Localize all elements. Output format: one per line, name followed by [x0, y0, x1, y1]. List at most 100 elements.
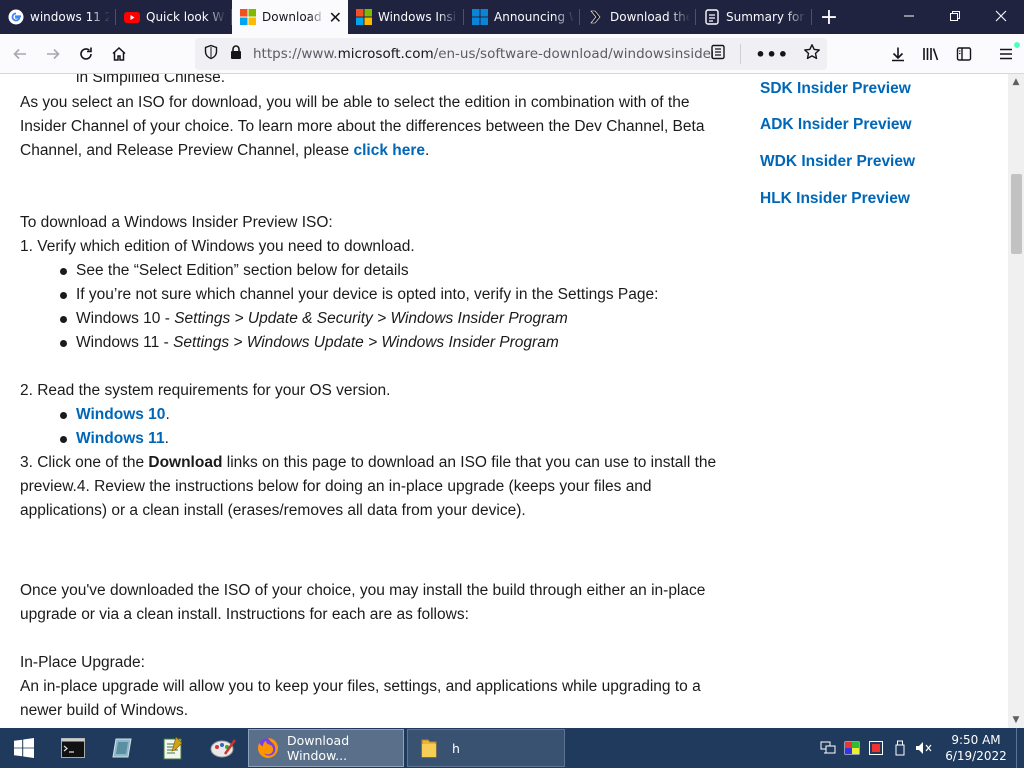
- minimize-button[interactable]: [886, 0, 932, 32]
- steps-intro: To download a Windows Insider Preview IS…: [20, 214, 333, 231]
- system-clock[interactable]: 9:50 AM 6/19/2022: [936, 732, 1016, 764]
- text-span: .: [425, 142, 430, 159]
- text-span: .: [165, 406, 170, 423]
- scroll-up-icon[interactable]: ▲: [1008, 74, 1024, 90]
- click-here-link[interactable]: click here: [353, 142, 425, 159]
- vertical-scrollbar[interactable]: ▲ ▼: [1008, 74, 1024, 728]
- windows-11-link[interactable]: Windows 11: [76, 430, 165, 447]
- microsoft-icon: [356, 9, 372, 25]
- reader-view-icon[interactable]: [710, 44, 726, 64]
- sidebar-button[interactable]: [948, 38, 980, 70]
- paragraph-line: preview.4. Review the instructions below…: [20, 478, 652, 495]
- volume-muted-icon[interactable]: [912, 728, 936, 768]
- tab-title: Quick look Wi: [146, 10, 226, 24]
- library-button[interactable]: [915, 38, 947, 70]
- tab-title: Summary for: [726, 10, 805, 24]
- text-span: Windows 10 -: [76, 310, 175, 327]
- tab-announcing[interactable]: Announcing W: [464, 0, 580, 34]
- close-icon: [995, 10, 1007, 22]
- taskbar-app-tablet[interactable]: [98, 728, 148, 768]
- folder-icon: [420, 737, 438, 759]
- clock-time: 9:50 AM: [951, 733, 1001, 747]
- color-app-icon[interactable]: [840, 728, 864, 768]
- taskbar-paint[interactable]: [198, 728, 248, 768]
- scrollbar-thumb[interactable]: [1011, 174, 1022, 254]
- hlk-insider-preview-link[interactable]: HLK Insider Preview: [760, 190, 910, 208]
- restore-icon: [950, 11, 960, 21]
- forward-button[interactable]: [37, 38, 69, 70]
- hamburger-menu-icon: [1000, 48, 1012, 60]
- tab-download-the[interactable]: Download the: [580, 0, 696, 34]
- lock-icon[interactable]: [229, 44, 243, 64]
- window-controls: [886, 0, 1024, 32]
- paragraph-line: applications) or a clean install (erases…: [20, 502, 526, 519]
- tab-summary[interactable]: Summary for: [696, 0, 812, 34]
- tab-google[interactable]: windows 11 2: [0, 0, 116, 34]
- step-3: 3. Click one of the Download links on th…: [20, 451, 716, 475]
- page-actions-icon[interactable]: •••: [755, 45, 789, 64]
- document-icon: [704, 9, 720, 25]
- menu-button[interactable]: [990, 38, 1022, 70]
- list-item: See the “Select Edition” section below f…: [60, 259, 409, 283]
- network-icon[interactable]: [816, 728, 840, 768]
- paragraph-line: As you select an ISO for download, you w…: [20, 94, 690, 111]
- tab-title: Windows Insi: [378, 10, 457, 24]
- close-window-button[interactable]: [978, 0, 1024, 32]
- back-arrow-icon: [13, 48, 26, 59]
- tab-youtube[interactable]: Quick look Wi: [116, 0, 232, 34]
- bookmark-star-icon[interactable]: [803, 43, 821, 65]
- plus-icon: +: [819, 4, 839, 30]
- back-button[interactable]: [4, 38, 36, 70]
- list-item: Windows 10.: [60, 403, 170, 427]
- downloads-button[interactable]: [882, 38, 914, 70]
- tab-title: Download the: [610, 10, 690, 24]
- paragraph-line: Insider Channel of your choice. To learn…: [20, 118, 705, 135]
- taskbar-cmd[interactable]: [48, 728, 98, 768]
- taskbar-notepad[interactable]: [148, 728, 198, 768]
- paragraph-line: newer build of Windows.: [20, 702, 188, 719]
- scroll-down-icon[interactable]: ▼: [1008, 712, 1024, 728]
- section-title: In-Place Upgrade:: [20, 654, 145, 671]
- new-tab-button[interactable]: +: [812, 0, 846, 34]
- start-button[interactable]: [0, 728, 48, 768]
- step-1: 1. Verify which edition of Windows you n…: [20, 238, 415, 255]
- windows-10-link[interactable]: Windows 10: [76, 406, 165, 423]
- restore-button[interactable]: [932, 0, 978, 32]
- tab-title: Download: [262, 10, 322, 24]
- step-2: 2. Read the system requirements for your…: [20, 382, 391, 399]
- notepad-icon: [163, 736, 183, 760]
- taskbar-firefox-window[interactable]: Download Window...: [248, 729, 404, 767]
- windows-start-icon: [14, 738, 34, 758]
- navigation-toolbar: https://www.microsoft.com/en-us/software…: [0, 34, 1024, 74]
- wdk-insider-preview-link[interactable]: WDK Insider Preview: [760, 153, 915, 171]
- bold-text: Download: [148, 454, 223, 471]
- usb-device-icon[interactable]: [888, 728, 912, 768]
- taskbar-app-label: h: [452, 740, 460, 756]
- paragraph-line: Channel, and Release Preview Channel, pl…: [20, 139, 429, 163]
- reload-button[interactable]: [70, 38, 102, 70]
- url-text[interactable]: https://www.microsoft.com/en-us/software…: [253, 46, 713, 62]
- sdk-insider-preview-link[interactable]: SDK Insider Preview: [760, 80, 911, 98]
- show-desktop-button[interactable]: [1016, 728, 1024, 768]
- minimize-icon: [904, 15, 914, 17]
- tab-windows-insider[interactable]: Windows Insi: [348, 0, 464, 34]
- list-item: If you’re not sure which channel your de…: [59, 283, 658, 307]
- text-span: .: [164, 430, 169, 447]
- update-badge-icon: [1013, 41, 1021, 49]
- tab-download-active[interactable]: Download ✕: [232, 0, 348, 34]
- home-button[interactable]: [103, 38, 135, 70]
- text-span: 3. Click one of the: [20, 454, 149, 471]
- reload-icon: [80, 47, 92, 60]
- taskbar-explorer-window[interactable]: h: [407, 729, 565, 767]
- sidebar-icon: [956, 47, 972, 61]
- adk-insider-preview-link[interactable]: ADK Insider Preview: [760, 116, 912, 134]
- shield-icon[interactable]: [203, 44, 219, 64]
- text-span: Channel, and Release Preview Channel, pl…: [20, 142, 354, 159]
- library-icon: [923, 48, 939, 61]
- stop-recording-icon[interactable]: [864, 728, 888, 768]
- close-tab-icon[interactable]: ✕: [329, 8, 342, 27]
- settings-path-text: Settings > Update & Security > Windows I…: [174, 310, 568, 327]
- paragraph-line: upgrade or via a clean install. Instruct…: [20, 606, 469, 623]
- url-path: /en-us/software-download/windowsinsiderp…: [433, 46, 713, 62]
- address-bar[interactable]: https://www.microsoft.com/en-us/software…: [195, 38, 827, 70]
